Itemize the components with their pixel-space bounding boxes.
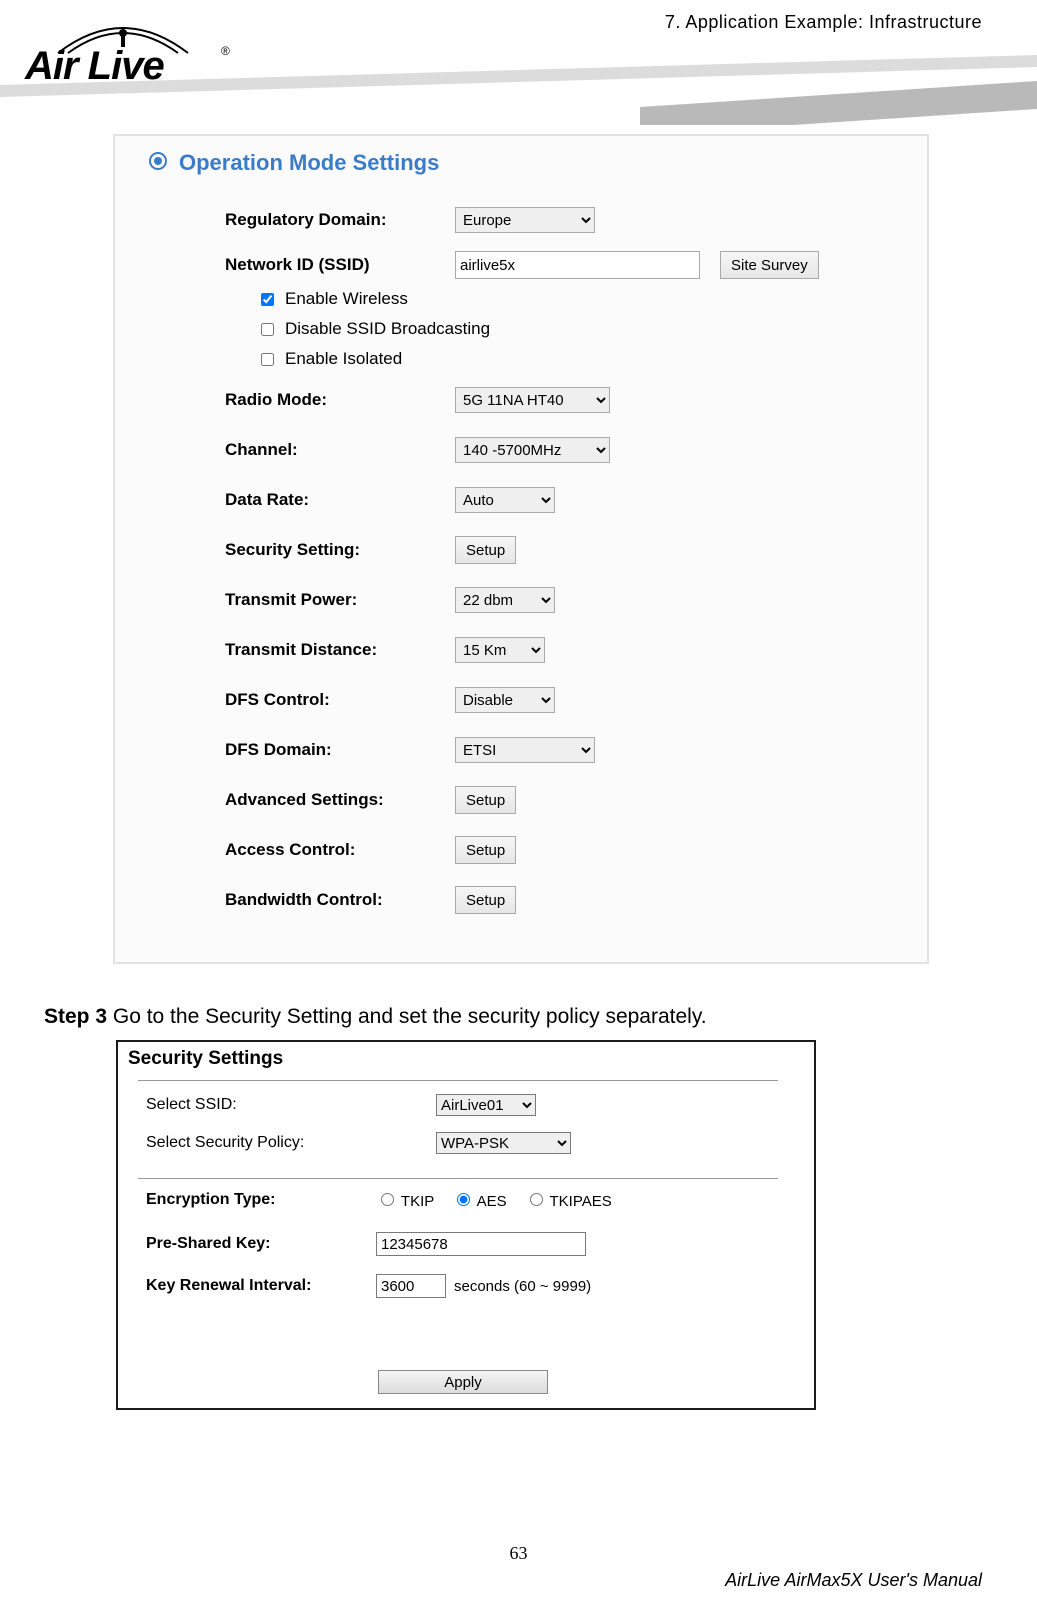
apply-button[interactable]: Apply [378,1370,548,1394]
header-section-title: 7. Application Example: Infrastructure [665,12,982,33]
dfs-control-label: DFS Control: [225,690,455,710]
logo-trademark: ® [221,44,230,58]
transmit-distance-select[interactable]: 15 Km [455,637,545,663]
psk-label: Pre-Shared Key: [146,1235,376,1253]
channel-label: Channel: [225,440,455,460]
step3-caption: Step 3 Go to the Security Setting and se… [44,1005,707,1029]
bandwidth-control-label: Bandwidth Control: [225,890,455,910]
advanced-settings-label: Advanced Settings: [225,790,455,810]
step3-text: Go to the Security Setting and set the s… [107,1005,707,1028]
bullet-icon [149,152,167,170]
regulatory-domain-select[interactable]: Europe [455,207,595,233]
enable-isolated-label: Enable Isolated [285,349,402,369]
brand-logo: Air Live ® [25,20,245,90]
bandwidth-control-setup-button[interactable]: Setup [455,886,516,914]
select-policy-select[interactable]: WPA-PSK [436,1132,571,1154]
select-ssid-label: Select SSID: [146,1096,436,1114]
advanced-setup-button[interactable]: Setup [455,786,516,814]
channel-select[interactable]: 140 -5700MHz [455,437,610,463]
enc-aes-label: AES [477,1193,507,1210]
radio-mode-label: Radio Mode: [225,390,455,410]
step3-label: Step 3 [44,1005,107,1028]
encryption-type-label: Encryption Type: [146,1191,376,1209]
data-rate-select[interactable]: Auto [455,487,555,513]
disable-ssid-broadcast-label: Disable SSID Broadcasting [285,319,490,339]
psk-input[interactable] [376,1232,586,1256]
enc-tkip-radio[interactable] [381,1193,394,1206]
access-control-setup-button[interactable]: Setup [455,836,516,864]
security-setup-button[interactable]: Setup [455,536,516,564]
security-setting-label: Security Setting: [225,540,455,560]
key-renewal-input[interactable] [376,1274,446,1298]
enc-tkipaes-radio[interactable] [530,1193,543,1206]
regulatory-domain-label: Regulatory Domain: [225,210,455,230]
enable-isolated-checkbox[interactable] [261,353,274,366]
ssid-input[interactable] [455,251,700,279]
access-control-label: Access Control: [225,840,455,860]
dfs-domain-label: DFS Domain: [225,740,455,760]
data-rate-label: Data Rate: [225,490,455,510]
transmit-power-select[interactable]: 22 dbm [455,587,555,613]
enc-tkip-option[interactable]: TKIP [376,1190,434,1210]
select-ssid-select[interactable]: AirLive01 [436,1094,536,1116]
key-renewal-label: Key Renewal Interval: [146,1277,376,1295]
panel-title: Operation Mode Settings [179,150,439,176]
transmit-distance-label: Transmit Distance: [225,640,455,660]
ssid-label: Network ID (SSID) [225,255,455,275]
radio-mode-select[interactable]: 5G 11NA HT40 [455,387,610,413]
enc-tkipaes-option[interactable]: TKIPAES [525,1190,612,1210]
enc-aes-option[interactable]: AES [452,1190,506,1210]
key-renewal-unit: seconds (60 ~ 9999) [454,1278,591,1295]
enable-wireless-label: Enable Wireless [285,289,408,309]
dfs-control-select[interactable]: Disable [455,687,555,713]
disable-ssid-broadcast-checkbox[interactable] [261,323,274,336]
logo-text: Air Live [25,44,164,89]
operation-mode-panel: Operation Mode Settings Regulatory Domai… [113,134,929,964]
footer-manual-title: AirLive AirMax5X User's Manual [725,1570,982,1591]
page-number: 63 [0,1543,1037,1564]
dfs-domain-select[interactable]: ETSI [455,737,595,763]
security-settings-title: Security Settings [128,1048,283,1070]
site-survey-button[interactable]: Site Survey [720,251,819,279]
security-settings-panel: Security Settings Select SSID: AirLive01… [116,1040,816,1410]
enc-tkipaes-label: TKIPAES [550,1193,612,1210]
transmit-power-label: Transmit Power: [225,590,455,610]
enable-wireless-checkbox[interactable] [261,293,274,306]
enc-aes-radio[interactable] [457,1193,470,1206]
select-policy-label: Select Security Policy: [146,1134,436,1152]
enc-tkip-label: TKIP [401,1193,434,1210]
